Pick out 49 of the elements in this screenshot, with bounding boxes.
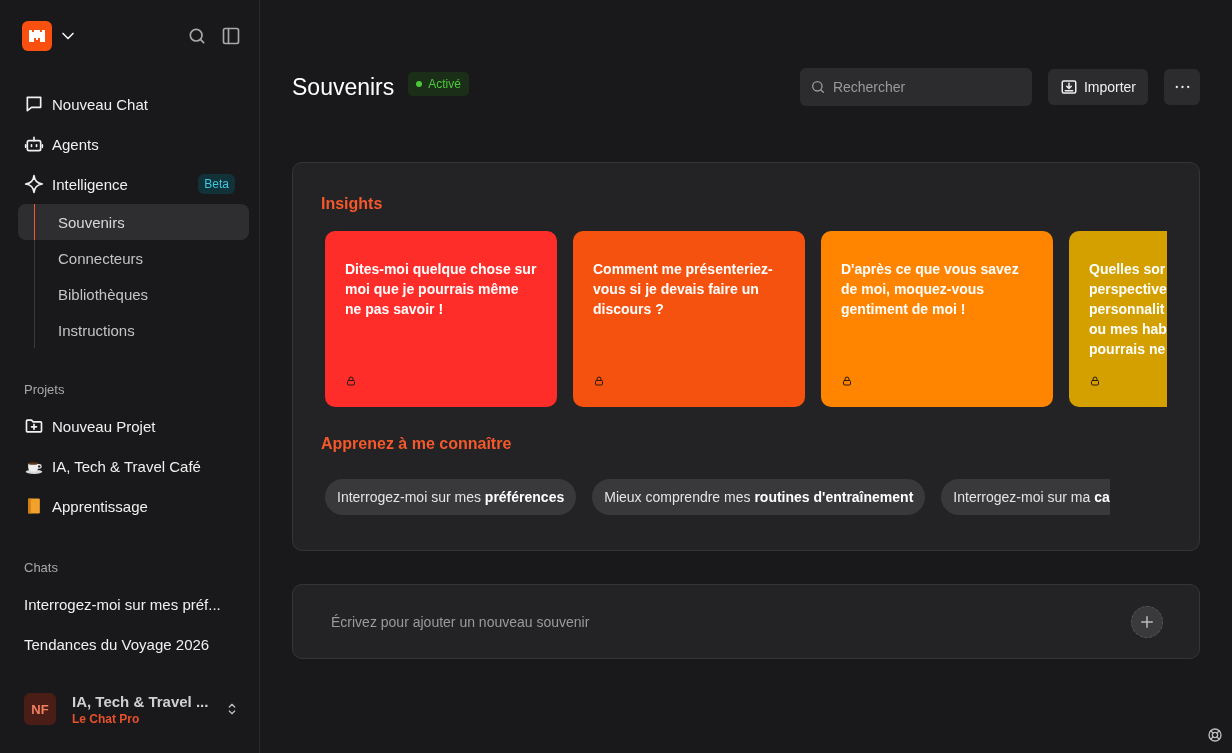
insight-text: D'après ce que vous savez de moi, moquez-vous gentiment de moi ! [841, 260, 1020, 319]
project-item[interactable]: Nouveau Projet [52, 417, 156, 435]
chat-item[interactable]: Tendances du Voyage 2026 [18, 624, 249, 664]
add-button[interactable] [1131, 605, 1163, 638]
search-icon [809, 79, 826, 95]
nav-label: Intelligence [52, 175, 128, 193]
search-icon[interactable] [187, 26, 207, 46]
suggestion-chip[interactable]: Interrogez-moi sur ma ca [941, 479, 1110, 515]
more-icon [1174, 85, 1190, 89]
lock-icon [593, 375, 605, 387]
avatar: NF [24, 693, 56, 725]
memory-input-field[interactable]: Écrivez pour ajouter un nouveau souvenir [329, 612, 1131, 631]
suggestion-chip[interactable]: Interrogez-moi sur mes préférences [325, 479, 577, 515]
nav-label: Nouveau Chat [52, 95, 148, 113]
chat-bubble-icon [24, 94, 44, 114]
sidebar-subitem[interactable]: Connecteurs [18, 240, 249, 276]
project-item[interactable]: IA, Tech & Travel Café [52, 457, 201, 475]
status-badge: Activé [408, 72, 469, 96]
chat-item[interactable]: Interrogez-moi sur mes préf... [18, 584, 249, 624]
sidebar-subitem[interactable]: Souvenirs [18, 204, 249, 240]
section-heading: Chats [23, 558, 59, 577]
suggestion-chip[interactable]: Mieux comprendre mes routines d'entraînement [592, 479, 926, 515]
sidebar-subitem[interactable]: Bibliothèques [18, 276, 249, 312]
insight-card[interactable]: Dites-moi quelque chose sur moi que je pourrais même ne pas savoir ! [325, 231, 557, 407]
section-heading: Projets [23, 380, 66, 399]
page-title: Souvenirs [292, 73, 395, 101]
search-field[interactable]: Rechercher [799, 68, 1032, 106]
workspace-name: IA, Tech & Travel ... [72, 692, 209, 710]
lock-icon [345, 375, 357, 387]
insight-text: Comment me présenteriez-vous si je devais faire un discours ? [593, 260, 774, 319]
sparkle-icon [24, 174, 44, 194]
help-icon[interactable] [1207, 727, 1223, 743]
robot-icon [24, 134, 44, 154]
insight-text: Quelles sor perspective personnalit ou mes hab pourrais ne [1089, 260, 1167, 359]
logo-icon[interactable] [22, 21, 52, 51]
nav-label: Agents [52, 135, 99, 153]
download-icon [1059, 78, 1078, 96]
lock-icon [1089, 375, 1101, 387]
import-button[interactable]: Importer [1047, 69, 1148, 105]
sidebar-subitem[interactable]: Instructions [18, 312, 249, 348]
lock-icon [841, 375, 853, 387]
section-title: Apprenez à me connaître [321, 434, 513, 454]
project-item[interactable]: Apprentissage [52, 497, 148, 515]
section-title: Insights [321, 194, 384, 214]
insight-text: Dites-moi quelque chose sur moi que je pourrais même ne pas savoir ! [345, 260, 537, 319]
folder-plus-icon [24, 416, 44, 436]
beta-badge: Beta [198, 174, 235, 194]
plan-label: Le Chat Pro [72, 711, 141, 726]
sidebar-toggle-icon[interactable] [221, 26, 241, 46]
